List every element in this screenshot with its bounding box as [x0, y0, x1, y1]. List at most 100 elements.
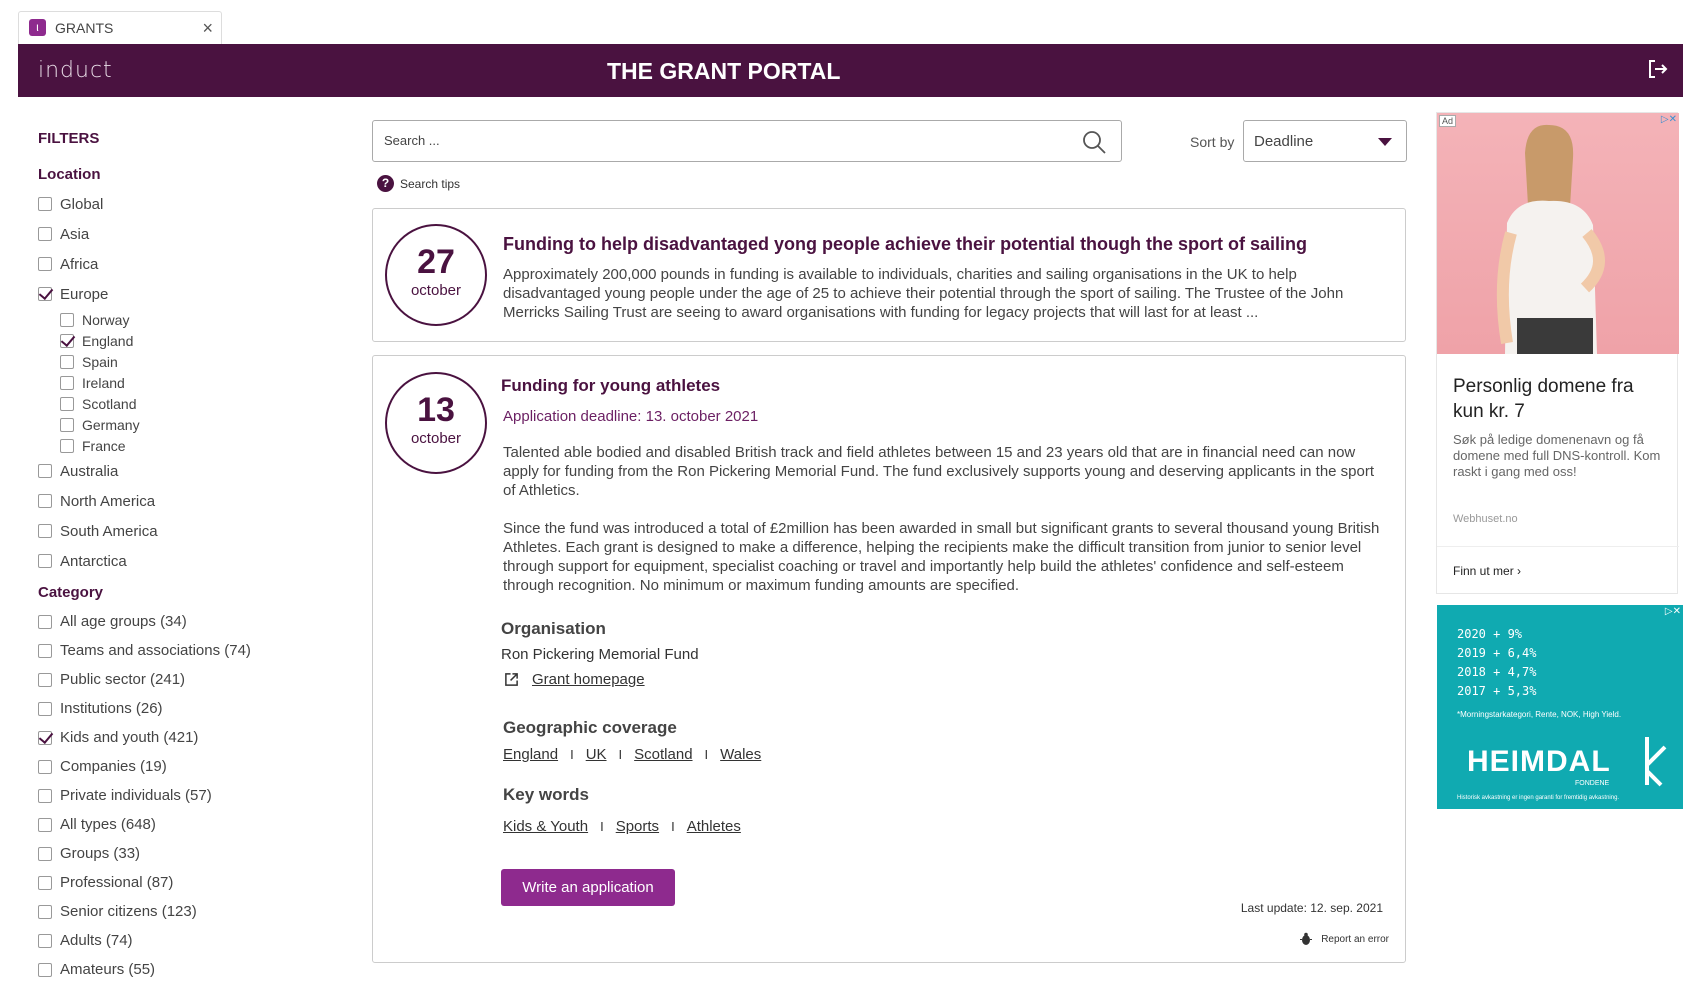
filter-checkbox[interactable]: [38, 494, 52, 508]
filter-label: Spain: [82, 353, 118, 370]
filter-option[interactable]: Germany: [38, 414, 338, 435]
filter-checkbox[interactable]: [38, 643, 52, 658]
filter-label: Groups (33): [60, 845, 141, 862]
tab-grants[interactable]: ι GRANTS ×: [18, 11, 222, 44]
filter-checkbox[interactable]: [60, 417, 74, 432]
filter-label: Professional (87): [60, 874, 174, 891]
filter-option[interactable]: France: [38, 435, 338, 456]
filter-option[interactable]: Institutions (26): [38, 694, 338, 723]
filter-option[interactable]: Asia: [38, 219, 338, 249]
filter-option[interactable]: All age groups (34): [38, 607, 338, 636]
adchoices-icon[interactable]: ▷✕: [1665, 606, 1681, 617]
filter-option[interactable]: Companies (19): [38, 752, 338, 781]
geo-link[interactable]: Scotland: [634, 746, 692, 763]
filter-checkbox[interactable]: [38, 701, 52, 716]
category-title: Category: [38, 584, 104, 601]
filter-checkbox[interactable]: [38, 257, 52, 271]
filter-checkbox[interactable]: [38, 524, 52, 538]
keyword-link[interactable]: Kids & Youth: [503, 818, 588, 835]
filter-option[interactable]: Private individuals (57): [38, 781, 338, 810]
grant-summary: Approximately 200,000 pounds in funding …: [503, 266, 1344, 321]
ad-person-illustration: [1496, 124, 1605, 354]
write-application-button[interactable]: Write an application: [501, 869, 675, 906]
filter-option[interactable]: Norway: [38, 309, 338, 330]
filter-option[interactable]: Kids and youth (421): [38, 723, 338, 752]
filter-option[interactable]: Senior citizens (123): [38, 897, 338, 926]
filter-option[interactable]: Scotland: [38, 393, 338, 414]
filter-checkbox[interactable]: [38, 846, 52, 861]
filter-checkbox[interactable]: [60, 333, 74, 348]
filter-option[interactable]: All types (648): [38, 810, 338, 839]
ad-banner-domains[interactable]: Ad ▷✕ Personlig domene fra kun kr. 7 Søk…: [1436, 112, 1679, 594]
filter-label: South America: [60, 522, 158, 540]
geo-link[interactable]: Wales: [720, 746, 761, 763]
ad-return-line: 2020 + 9%: [1457, 627, 1523, 641]
ad-title: Personlig domene fra kun kr. 7: [1453, 376, 1634, 422]
europe-sublist: Norway England Spain Ireland Scotland Germany…: [38, 309, 338, 456]
keyword-link[interactable]: Athletes: [687, 818, 741, 835]
filter-option[interactable]: Spain: [38, 351, 338, 372]
geo-link[interactable]: UK: [586, 746, 607, 763]
filter-label: Private individuals (57): [60, 787, 212, 804]
filter-checkbox[interactable]: [38, 730, 52, 745]
filter-option[interactable]: Groups (33): [38, 839, 338, 868]
logo[interactable]: induct: [38, 58, 113, 83]
filter-checkbox[interactable]: [60, 354, 74, 369]
filter-option[interactable]: Adults (74): [38, 926, 338, 955]
filter-checkbox[interactable]: [60, 396, 74, 411]
ad-banner-heimdal[interactable]: ▷✕ 2020 + 9% 2019 + 6,4% 2018 + 4,7% 2017 +…: [1437, 605, 1683, 809]
filter-option[interactable]: Ireland: [38, 372, 338, 393]
search-tips[interactable]: ? Search tips: [377, 175, 460, 192]
filter-option[interactable]: Professional (87): [38, 868, 338, 897]
ad-cta[interactable]: Finn ut mer ›: [1453, 564, 1521, 578]
filter-label: Australia: [60, 462, 119, 480]
filter-checkbox[interactable]: [38, 759, 52, 774]
filter-option[interactable]: South America: [38, 516, 338, 546]
organisation-name: Ron Pickering Memorial Fund: [501, 646, 699, 663]
filter-option[interactable]: Antarctica: [38, 546, 338, 576]
grant-card[interactable]: 27 october Funding to help disadvantaged…: [372, 208, 1406, 342]
logout-icon[interactable]: [1645, 57, 1669, 81]
filter-option[interactable]: North America: [38, 486, 338, 516]
filter-option[interactable]: Australia: [38, 456, 338, 486]
location-list-more: Australia North America South America Antar…: [38, 456, 338, 576]
filter-option[interactable]: Europe: [38, 279, 338, 309]
filter-checkbox[interactable]: [38, 464, 52, 478]
report-error[interactable]: Report an error: [1299, 932, 1389, 946]
sort-select[interactable]: Deadline: [1243, 120, 1407, 162]
adchoices-icon[interactable]: ▷✕: [1661, 114, 1677, 125]
filter-checkbox[interactable]: [38, 933, 52, 948]
grant-title[interactable]: Funding to help disadvantaged yong peopl…: [503, 234, 1393, 255]
filter-option[interactable]: Amateurs (55): [38, 955, 338, 984]
geo-link[interactable]: England: [503, 746, 558, 763]
filter-checkbox[interactable]: [38, 962, 52, 977]
filter-checkbox[interactable]: [60, 375, 74, 390]
filter-checkbox[interactable]: [60, 438, 74, 453]
filter-checkbox[interactable]: [38, 287, 52, 301]
filter-option[interactable]: Africa: [38, 249, 338, 279]
filter-checkbox[interactable]: [38, 227, 52, 241]
filter-checkbox[interactable]: [60, 312, 74, 327]
filter-option[interactable]: England: [38, 330, 338, 351]
filter-checkbox[interactable]: [38, 875, 52, 890]
grant-title[interactable]: Funding for young athletes: [501, 376, 1381, 396]
filter-checkbox[interactable]: [38, 614, 52, 629]
close-icon[interactable]: ×: [202, 18, 213, 39]
filter-checkbox[interactable]: [38, 672, 52, 687]
ad-note: *Morningstarkategori, Rente, NOK, High Y…: [1457, 710, 1622, 719]
ad-tag: Ad: [1439, 115, 1457, 127]
search-input[interactable]: [384, 133, 1064, 148]
filter-checkbox[interactable]: [38, 817, 52, 832]
filter-checkbox[interactable]: [38, 197, 52, 211]
filter-option[interactable]: Teams and associations (74): [38, 636, 338, 665]
filter-option[interactable]: Global: [38, 189, 338, 219]
filter-checkbox[interactable]: [38, 904, 52, 919]
keyword-link[interactable]: Sports: [616, 818, 659, 835]
app-icon: ι: [29, 19, 46, 36]
date-day: 13: [417, 391, 455, 429]
grant-homepage-link[interactable]: Grant homepage: [532, 671, 645, 688]
search-icon[interactable]: [1081, 129, 1107, 155]
filter-checkbox[interactable]: [38, 554, 52, 568]
filter-checkbox[interactable]: [38, 788, 52, 803]
filter-option[interactable]: Public sector (241): [38, 665, 338, 694]
